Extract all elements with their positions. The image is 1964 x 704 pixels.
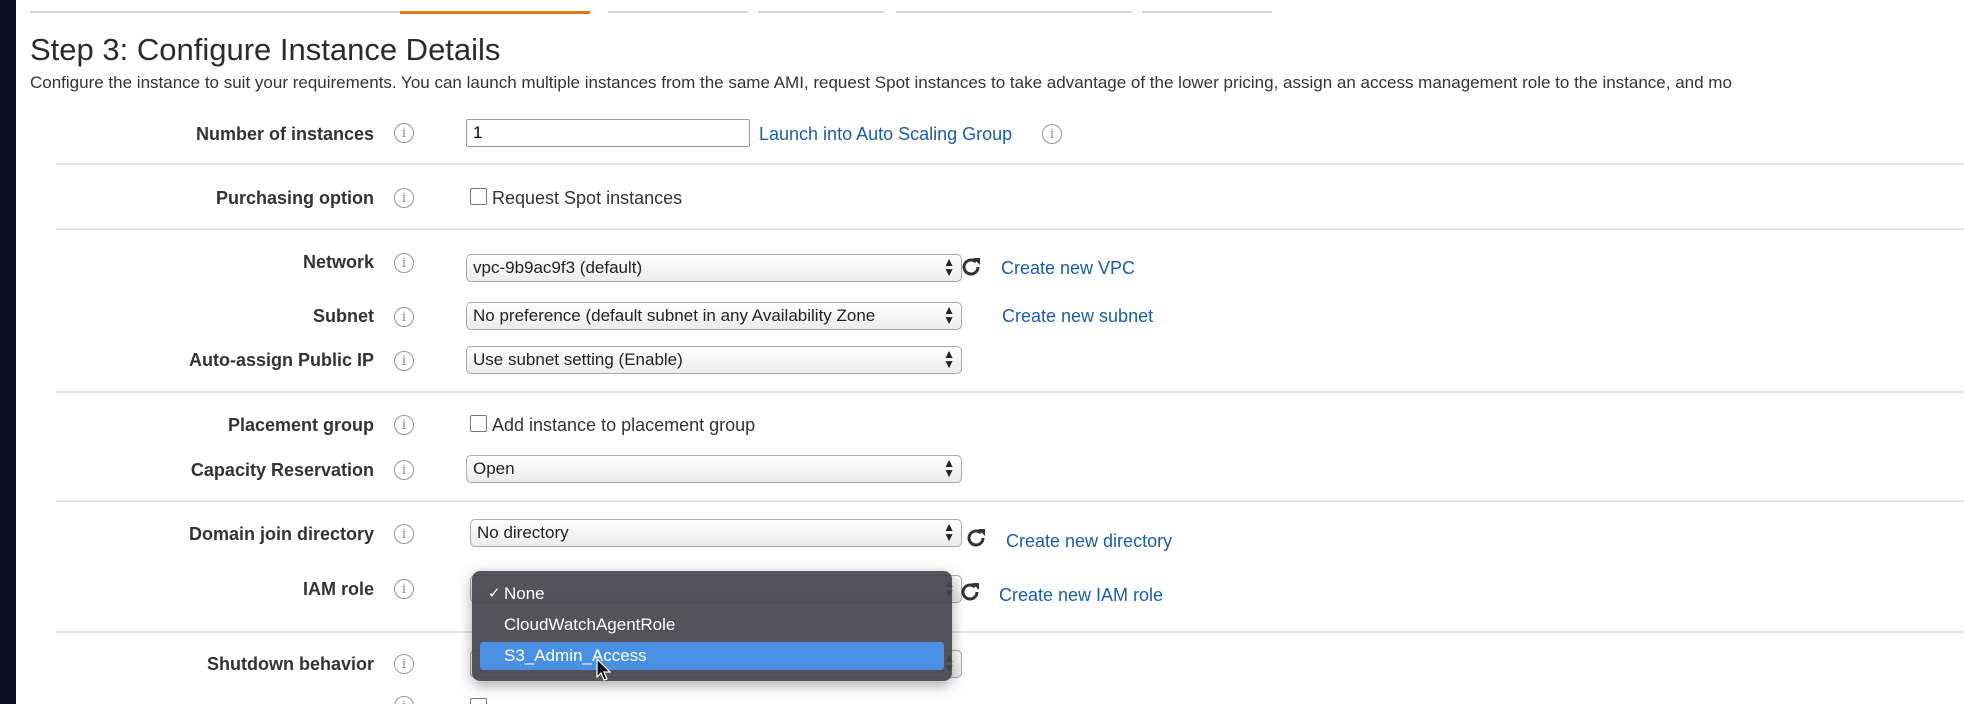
info-icon[interactable]: i [394,524,414,544]
info-icon[interactable]: i [394,351,414,371]
network-select[interactable]: vpc-9b9ac9f3 (default) ▲ ▼ [466,254,962,282]
spot-instances-checkbox[interactable] [470,188,487,205]
create-iam-role-link[interactable]: Create new IAM role [999,585,1163,606]
capacity-label: Capacity Reservation [190,460,374,480]
info-icon[interactable]: i [394,123,414,143]
network-label: Network [302,252,374,272]
domain-select-value: No directory [477,523,569,542]
wizard-step-tab[interactable] [608,0,748,13]
updown-arrows-icon: ▲▼ [943,303,955,327]
info-icon[interactable]: i [394,460,414,480]
info-icon[interactable]: i [394,654,414,674]
refresh-icon[interactable] [958,580,982,604]
public-ip-select-value: Use subnet setting (Enable) [473,350,683,369]
updown-arrows-icon: ▲▼ [943,255,955,279]
create-subnet-link[interactable]: Create new subnet [1002,306,1153,327]
dropdown-option-label: CloudWatchAgentRole [504,615,676,634]
mouse-cursor-icon [596,658,612,681]
info-icon[interactable]: i [394,253,414,273]
row-divider [56,631,1964,633]
info-icon[interactable]: i [394,415,414,435]
subnet-select[interactable]: No preference (default subnet in any Ava… [466,302,962,330]
capacity-select[interactable]: Open ▲ ▼ [466,455,962,483]
placement-group-checkbox[interactable] [470,415,487,432]
capacity-select-value: Open [473,459,515,478]
dropdown-option-none[interactable]: ✓ None [480,580,944,608]
subnet-select-value: No preference (default subnet in any Ava… [473,306,876,325]
placement-label: Placement group [227,415,374,435]
info-icon[interactable]: i [394,188,414,208]
info-icon[interactable]: i [394,579,414,599]
row-divider [56,163,1964,165]
wizard-step-tab[interactable] [758,0,884,13]
configure-instance-page: Step 3: Configure Instance Details Confi… [16,0,1964,704]
iam-role-label: IAM role [302,579,374,599]
iam-role-dropdown-menu[interactable]: ✓ None CloudWatchAgentRole S3_Admin_Acce… [472,571,952,681]
refresh-icon[interactable] [964,526,988,550]
row-divider [56,228,1964,230]
placement-group-checkbox-label[interactable]: Add instance to placement group [492,415,755,436]
purchasing-label: Purchasing option [215,188,374,208]
info-icon[interactable]: i [394,696,414,704]
dropdown-option-s3-admin[interactable]: S3_Admin_Access [480,642,944,670]
create-directory-link[interactable]: Create new directory [1006,531,1172,552]
row-divider [56,500,1964,502]
wizard-step-tab[interactable] [896,0,1132,13]
wizard-step-tab-active[interactable] [400,0,590,14]
instances-label: Number of instances [195,124,374,144]
public-ip-label: Auto-assign Public IP [188,350,374,370]
refresh-icon[interactable] [959,255,983,279]
left-dark-edge [0,0,16,704]
info-icon[interactable]: i [1042,124,1062,144]
wizard-step-tab[interactable] [30,0,180,13]
public-ip-select[interactable]: Use subnet setting (Enable) ▲ ▼ [466,346,962,374]
info-icon[interactable]: i [394,307,414,327]
page-description: Configure the instance to suit your requ… [30,73,1732,92]
updown-arrows-icon: ▲▼ [943,520,955,544]
dropdown-option-label: None [504,584,545,603]
shutdown-label: Shutdown behavior [206,654,374,674]
wizard-step-tab[interactable] [180,0,400,13]
create-vpc-link[interactable]: Create new VPC [1001,258,1135,279]
subnet-label: Subnet [313,306,374,326]
next-row-checkbox[interactable] [470,698,487,704]
wizard-steps-bar [16,0,1964,14]
network-select-value: vpc-9b9ac9f3 (default) [473,258,643,277]
launch-asg-link[interactable]: Launch into Auto Scaling Group [759,124,1012,145]
updown-arrows-icon: ▲▼ [943,347,955,371]
domain-label: Domain join directory [188,524,374,544]
instances-count-input[interactable] [466,119,750,147]
domain-select[interactable]: No directory ▲ ▼ [470,519,962,547]
row-divider [56,391,1964,393]
spot-instances-label[interactable]: Request Spot instances [492,188,682,209]
dropdown-option-cloudwatch[interactable]: CloudWatchAgentRole [480,611,944,639]
checkmark-icon: ✓ [488,585,501,602]
wizard-step-tab[interactable] [1142,0,1272,13]
updown-arrows-icon: ▲▼ [943,456,955,480]
dropdown-option-label: S3_Admin_Access [504,646,647,665]
page-title: Step 3: Configure Instance Details [30,32,501,67]
